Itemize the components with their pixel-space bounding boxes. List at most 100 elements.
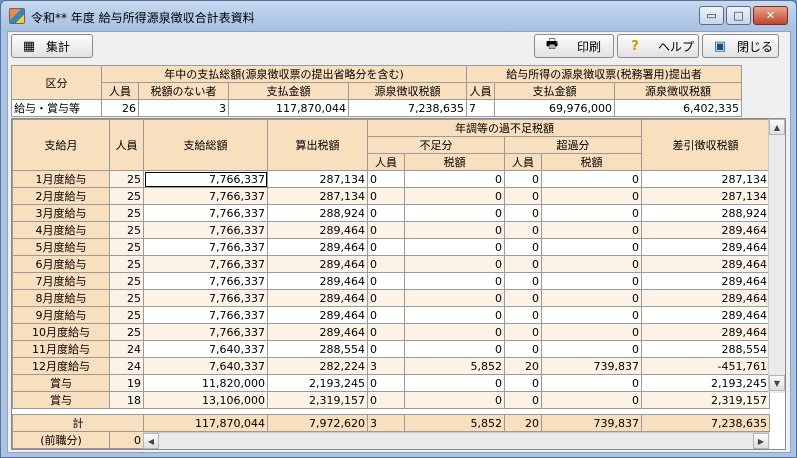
cell-st[interactable]: 0 xyxy=(404,170,505,188)
cell-sp[interactable]: 0 xyxy=(367,170,405,188)
cell-pay[interactable]: 7,766,337 xyxy=(143,170,268,188)
cell-st[interactable]: 0 xyxy=(404,340,505,358)
cell-et[interactable]: 0 xyxy=(541,238,642,256)
cell-p[interactable]: 25 xyxy=(109,323,144,341)
cell-p[interactable]: 24 xyxy=(109,340,144,358)
cell-calc[interactable]: 289,464 xyxy=(267,255,368,273)
cell-calc[interactable]: 287,134 xyxy=(267,170,368,188)
cell-ep[interactable]: 0 xyxy=(504,323,542,341)
cell-pay[interactable]: 7,766,337 xyxy=(143,306,268,324)
scroll-up-icon[interactable]: ▲ xyxy=(769,119,785,135)
cell-net[interactable]: 289,464 xyxy=(641,323,770,341)
cell-p[interactable]: 25 xyxy=(109,306,144,324)
table-row[interactable]: 賞与 19 11,820,000 2,193,245 0 0 0 0 2,193,245 xyxy=(12,374,770,392)
cell-net[interactable]: 287,134 xyxy=(641,170,770,188)
cell-p[interactable]: 25 xyxy=(109,238,144,256)
cell-pay[interactable]: 7,766,337 xyxy=(143,204,268,222)
scroll-left-icon[interactable]: ◀ xyxy=(143,433,159,449)
cell-st[interactable]: 0 xyxy=(404,272,505,290)
cell-ep[interactable]: 0 xyxy=(504,340,542,358)
cell-ep[interactable]: 0 xyxy=(504,391,542,409)
cell-p[interactable]: 25 xyxy=(109,272,144,290)
cell-st[interactable]: 0 xyxy=(404,238,505,256)
cell-pay[interactable]: 7,640,337 xyxy=(143,357,268,375)
cell-ep[interactable]: 0 xyxy=(504,187,542,205)
monthly-grid[interactable]: 支給月 人員 支給総額 算出税額 年調等の過不足税額 差引徴収税額 不足分 超過… xyxy=(11,118,786,450)
cell-net[interactable]: 289,464 xyxy=(641,306,770,324)
table-row[interactable]: 2月度給与 25 7,766,337 287,134 0 0 0 0 287,134 xyxy=(12,187,770,205)
cell-calc[interactable]: 289,464 xyxy=(267,272,368,290)
horizontal-scrollbar[interactable]: ◀ ▶ xyxy=(143,432,769,449)
minimize-button[interactable]: ▭ xyxy=(699,6,724,25)
cell-sp[interactable]: 0 xyxy=(367,289,405,307)
cell-ep[interactable]: 0 xyxy=(504,238,542,256)
cell-ep[interactable]: 0 xyxy=(504,204,542,222)
maximize-button[interactable]: □ xyxy=(726,6,751,25)
close-window-button[interactable]: ✕ xyxy=(753,6,788,25)
cell-net[interactable]: 288,924 xyxy=(641,204,770,222)
cell-st[interactable]: 5,852 xyxy=(404,357,505,375)
cell-pay[interactable]: 7,766,337 xyxy=(143,238,268,256)
cell-net[interactable]: -451,761 xyxy=(641,357,770,375)
cell-ep[interactable]: 0 xyxy=(504,374,542,392)
table-row[interactable]: 12月度給与 24 7,640,337 282,224 3 5,852 20 739,837-… xyxy=(12,357,770,375)
cell-net[interactable]: 287,134 xyxy=(641,187,770,205)
cell-et[interactable]: 0 xyxy=(541,204,642,222)
cell-sp[interactable]: 0 xyxy=(367,306,405,324)
table-row[interactable]: 9月度給与 25 7,766,337 289,464 0 0 0 0 289,464 xyxy=(12,306,770,324)
cell-p[interactable]: 25 xyxy=(109,187,144,205)
cell-pay[interactable]: 7,766,337 xyxy=(143,187,268,205)
cell-et[interactable]: 0 xyxy=(541,340,642,358)
cell-et[interactable]: 0 xyxy=(541,272,642,290)
cell-pay[interactable]: 7,640,337 xyxy=(143,340,268,358)
cell-calc[interactable]: 287,134 xyxy=(267,187,368,205)
cell-et[interactable]: 0 xyxy=(541,391,642,409)
cell-st[interactable]: 0 xyxy=(404,306,505,324)
cell-sp[interactable]: 3 xyxy=(367,357,405,375)
cell-et[interactable]: 0 xyxy=(541,187,642,205)
cell-et[interactable]: 0 xyxy=(541,170,642,188)
table-row[interactable]: 1月度給与 25 7,766,337 287,134 0 0 0 0 287,134 xyxy=(12,170,770,188)
cell-p[interactable]: 25 xyxy=(109,204,144,222)
vertical-scrollbar[interactable]: ▲ ▼ xyxy=(768,119,785,393)
cell-st[interactable]: 0 xyxy=(404,289,505,307)
table-row[interactable]: 3月度給与 25 7,766,337 288,924 0 0 0 0 288,924 xyxy=(12,204,770,222)
cell-net[interactable]: 289,464 xyxy=(641,255,770,273)
cell-st[interactable]: 0 xyxy=(404,221,505,239)
cell-sp[interactable]: 0 xyxy=(367,272,405,290)
scroll-down-icon[interactable]: ▼ xyxy=(769,375,785,391)
aggregate-button[interactable]: ▦ 集計 xyxy=(11,34,93,58)
table-row[interactable]: 10月度給与 25 7,766,337 289,464 0 0 0 0 289,464 xyxy=(12,323,770,341)
cell-net[interactable]: 289,464 xyxy=(641,238,770,256)
cell-calc[interactable]: 289,464 xyxy=(267,221,368,239)
cell-ep[interactable]: 20 xyxy=(504,357,542,375)
cell-calc[interactable]: 2,319,157 xyxy=(267,391,368,409)
table-row[interactable]: 賞与 18 13,106,000 2,319,157 0 0 0 0 2,319,157 xyxy=(12,391,770,409)
cell-sp[interactable]: 0 xyxy=(367,238,405,256)
cell-ep[interactable]: 0 xyxy=(504,272,542,290)
cell-p[interactable]: 18 xyxy=(109,391,144,409)
cell-calc[interactable]: 289,464 xyxy=(267,289,368,307)
cell-sp[interactable]: 0 xyxy=(367,204,405,222)
cell-net[interactable]: 2,193,245 xyxy=(641,374,770,392)
cell-p[interactable]: 25 xyxy=(109,170,144,188)
cell-calc[interactable]: 289,464 xyxy=(267,306,368,324)
cell-net[interactable]: 289,464 xyxy=(641,221,770,239)
cell-sp[interactable]: 0 xyxy=(367,323,405,341)
cell-sp[interactable]: 0 xyxy=(367,187,405,205)
cell-st[interactable]: 0 xyxy=(404,374,505,392)
help-button[interactable]: ? ヘルプ xyxy=(617,34,699,58)
cell-st[interactable]: 0 xyxy=(404,255,505,273)
cell-p[interactable]: 19 xyxy=(109,374,144,392)
cell-pay[interactable]: 7,766,337 xyxy=(143,272,268,290)
cell-calc[interactable]: 2,193,245 xyxy=(267,374,368,392)
cell-st[interactable]: 0 xyxy=(404,204,505,222)
table-row[interactable]: 4月度給与 25 7,766,337 289,464 0 0 0 0 289,464 xyxy=(12,221,770,239)
cell-ep[interactable]: 0 xyxy=(504,170,542,188)
cell-sp[interactable]: 0 xyxy=(367,340,405,358)
scroll-right-icon[interactable]: ▶ xyxy=(753,433,769,449)
cell-calc[interactable]: 288,924 xyxy=(267,204,368,222)
cell-st[interactable]: 0 xyxy=(404,323,505,341)
cell-et[interactable]: 0 xyxy=(541,289,642,307)
cell-calc[interactable]: 288,554 xyxy=(267,340,368,358)
